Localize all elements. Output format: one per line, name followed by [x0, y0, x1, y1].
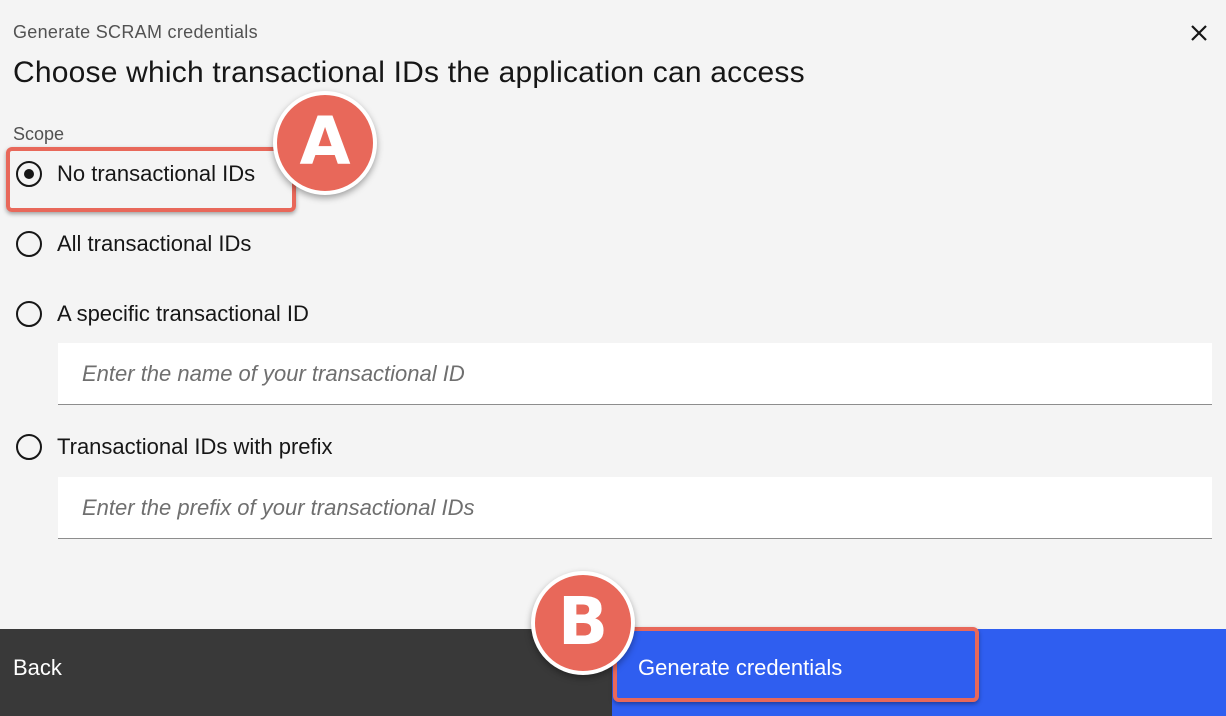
modal-heading: Choose which transactional IDs the appli…: [13, 56, 805, 89]
back-button[interactable]: Back: [0, 629, 612, 716]
modal-label: Generate SCRAM credentials: [13, 22, 258, 42]
radio-button[interactable]: [16, 434, 42, 460]
radio-label: All transactional IDs: [57, 231, 252, 256]
radio-label: Transactional IDs with prefix: [57, 434, 333, 459]
specific-transactional-id-input[interactable]: [58, 343, 1212, 405]
transactional-id-prefix-input[interactable]: [58, 477, 1212, 539]
highlight-box-b: [613, 627, 979, 702]
radio-transactional-ids-with-prefix[interactable]: Transactional IDs with prefix: [16, 434, 333, 460]
radio-all-transactional-ids[interactable]: All transactional IDs: [16, 231, 251, 257]
annotation-badge-b: B: [531, 571, 635, 675]
highlight-box-a: [6, 147, 296, 212]
scope-label: Scope: [13, 124, 65, 144]
radio-specific-transactional-id[interactable]: A specific transactional ID: [16, 301, 309, 327]
radio-button[interactable]: [16, 231, 42, 257]
close-button[interactable]: [1186, 20, 1212, 46]
radio-button[interactable]: [16, 301, 42, 327]
annotation-badge-a: A: [273, 91, 377, 195]
radio-label: A specific transactional ID: [57, 301, 309, 326]
close-icon: [1191, 25, 1207, 41]
